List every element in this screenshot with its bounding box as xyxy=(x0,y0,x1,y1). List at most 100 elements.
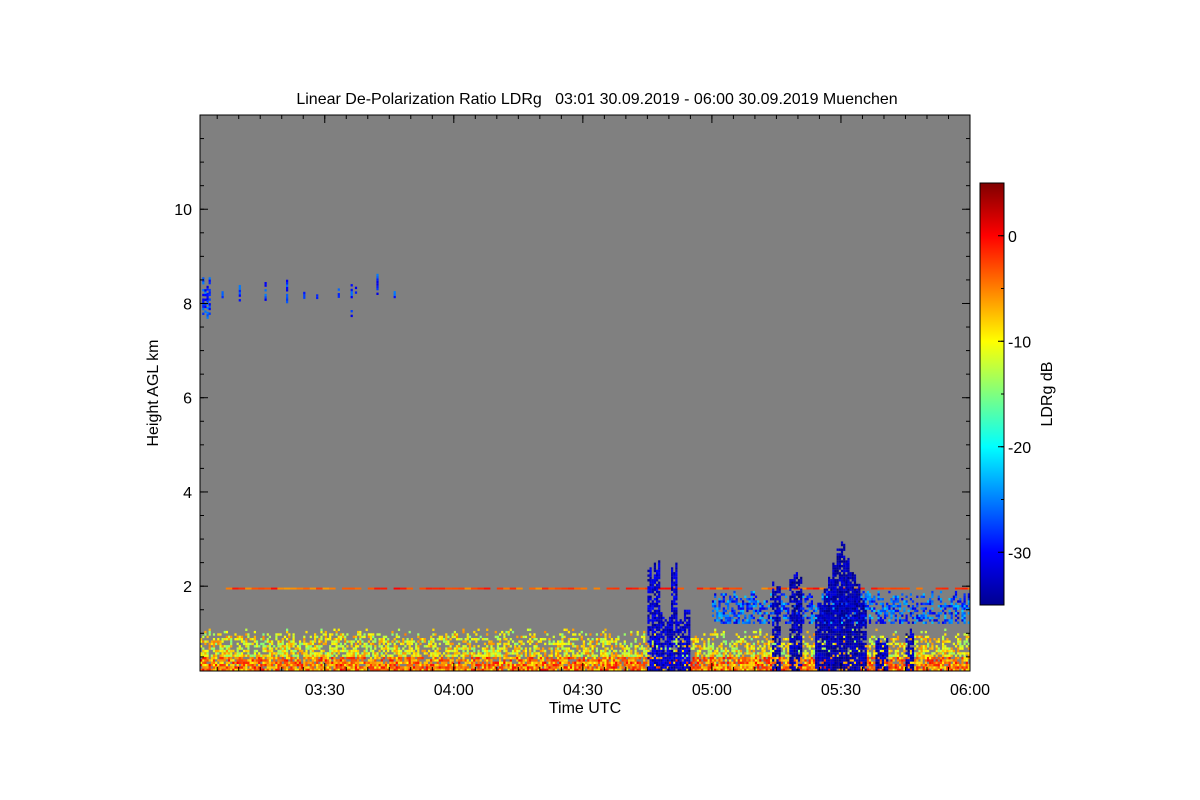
heatmap-cell-aerosol xyxy=(479,663,482,667)
heatmap-cell-aerosol xyxy=(892,645,895,648)
heatmap-cell-aerosol xyxy=(600,640,603,643)
heatmap-cell-aerosol xyxy=(219,647,222,650)
heatmap-cell-aerosol xyxy=(561,661,564,664)
heatmap-cell-lowcloud xyxy=(662,635,665,639)
heatmap-cell-lowcloud xyxy=(673,590,676,594)
heatmap-cell-aerosol xyxy=(927,645,930,648)
heatmap-cell-aerosol xyxy=(240,638,244,641)
heatmap-cell-aerosol xyxy=(739,656,743,660)
heatmap-cell-lowcloud xyxy=(660,652,663,655)
heatmap-cell-aerosol xyxy=(879,640,882,643)
heatmap-cell-aerosol xyxy=(546,659,549,662)
heatmap-cell-aerosol xyxy=(888,666,891,669)
heatmap-cell-lowcloud xyxy=(673,638,676,641)
heatmap-cell-aerosol xyxy=(948,649,951,653)
heatmap-cell-aerosol xyxy=(206,656,209,660)
heatmap-cell-aerosol xyxy=(929,666,932,669)
heatmap-cell-aerosol xyxy=(750,666,753,669)
heatmap-cell-aerosol xyxy=(735,656,738,660)
heatmap-cell-aerosol xyxy=(578,666,581,669)
heatmap-cell-aerosol xyxy=(931,642,934,646)
heatmap-cell-cirrus xyxy=(206,295,209,298)
heatmap-cell-aerosol xyxy=(281,663,284,667)
heatmap-cell-aerosol xyxy=(606,666,609,669)
heatmap-cell-stratiform xyxy=(746,607,749,610)
heatmap-cell-aerosol xyxy=(322,656,325,660)
heatmap-cell-aerosol xyxy=(503,633,506,636)
heatmap-cell-aerosol xyxy=(228,645,231,648)
heatmap-cell-aerosol xyxy=(886,642,889,646)
heatmap-cell-lowcloud xyxy=(675,666,678,669)
heatmap-cell-stratiform xyxy=(873,598,876,601)
heatmap-cell-aerosol xyxy=(894,649,897,653)
heatmap-cell-lowcloud xyxy=(673,576,676,580)
heatmap-cell-aerosol xyxy=(735,649,738,653)
heatmap-cell-aerosol xyxy=(561,656,564,660)
heatmap-cell-aerosol xyxy=(636,666,639,669)
heatmap-cell-aerosol xyxy=(501,630,504,634)
heatmap-cell-aerosol xyxy=(888,649,891,653)
heatmap-cell-stratiform xyxy=(862,621,865,624)
heatmap-cell-aerosol xyxy=(643,652,646,655)
heatmap-cell-cirrus xyxy=(202,312,205,315)
heatmap-cell-aerosol xyxy=(602,652,605,655)
heatmap-cell-aerosol xyxy=(694,654,697,657)
heatmap-cell-aerosol xyxy=(391,649,394,653)
heatmap-cell-aerosol xyxy=(718,654,721,657)
heatmap-cell-aerosol xyxy=(501,661,504,664)
heatmap-cell-lowcloud xyxy=(668,654,672,657)
heatmap-cell-lowcloud xyxy=(671,623,674,627)
heatmap-cell-aerosol xyxy=(630,633,633,636)
heatmap-cell-aerosol xyxy=(404,640,407,643)
heatmap-cell-aerosol xyxy=(245,663,248,667)
heatmap-cell-stratiform xyxy=(789,621,792,624)
heatmap-cell-lowcloud xyxy=(658,647,661,650)
heatmap-cell-aerosol xyxy=(247,661,250,664)
heatmap-cell-aerosol xyxy=(554,654,558,657)
heatmap-cell-aerosol xyxy=(372,663,375,667)
heatmap-cell-lowcloud xyxy=(653,565,656,568)
heatmap-cell-aerosol xyxy=(342,661,345,664)
heatmap-cell-aerosol xyxy=(557,647,560,650)
heatmap-cell-aerosol xyxy=(301,649,304,653)
heatmap-cell-aerosol xyxy=(391,640,394,643)
heatmap-cell-aerosol xyxy=(333,666,336,669)
heatmap-cell-aerosol xyxy=(408,640,411,643)
heatmap-cell-aerosol xyxy=(810,661,813,664)
heatmap-cell-aerosol xyxy=(421,656,424,660)
heatmap-cell-aerosol xyxy=(735,666,738,669)
heatmap-cell-aerosol xyxy=(744,659,747,662)
heatmap-cell-cirrus xyxy=(206,292,209,296)
heatmap-cell-cirrus xyxy=(238,299,241,302)
heatmap-cell-aerosol xyxy=(954,666,958,669)
heatmap-cell-lowcloud xyxy=(664,659,667,662)
ldr-chart: Linear De-Polarization Ratio LDRg 03:01 … xyxy=(145,91,1056,717)
heatmap-cell-aerosol xyxy=(298,663,302,667)
heatmap-cell-lowcloud xyxy=(656,635,659,639)
heatmap-cell-aerosol xyxy=(455,633,459,636)
heatmap-cell-aerosol xyxy=(320,654,323,657)
heatmap-cell-aerosol xyxy=(333,661,336,664)
heatmap-cell-aerosol xyxy=(628,661,631,664)
heatmap-cell-aerosol xyxy=(202,635,205,639)
heatmap-cell-aerosol xyxy=(402,652,405,655)
heatmap-cell-aerosol xyxy=(212,666,216,669)
heatmap-cell-aerosol xyxy=(711,633,715,636)
heatmap-cell-aerosol xyxy=(488,652,491,655)
heatmap-cell-aerosol xyxy=(451,635,454,639)
heatmap-cell-stratiform xyxy=(840,621,844,624)
heatmap-cell-stratiform xyxy=(866,595,869,598)
heatmap-cell-aerosol xyxy=(210,654,213,657)
heatmap-cell-aerosol xyxy=(307,661,310,664)
heatmap-cell-aerosol xyxy=(901,645,904,648)
heatmap-cell-stratiform xyxy=(879,619,882,622)
heatmap-cell-aerosol xyxy=(748,656,751,660)
heatmap-cell-lowcloud xyxy=(647,607,650,610)
heatmap-cell-stratiform xyxy=(810,602,813,606)
heatmap-cell-line xyxy=(961,587,968,590)
heatmap-cell-aerosol xyxy=(219,633,222,636)
heatmap-cell-aerosol xyxy=(767,666,770,669)
heatmap-cell-aerosol xyxy=(918,663,921,667)
heatmap-cell-cirrus xyxy=(264,296,267,299)
heatmap-cell-lowcloud xyxy=(662,659,665,662)
